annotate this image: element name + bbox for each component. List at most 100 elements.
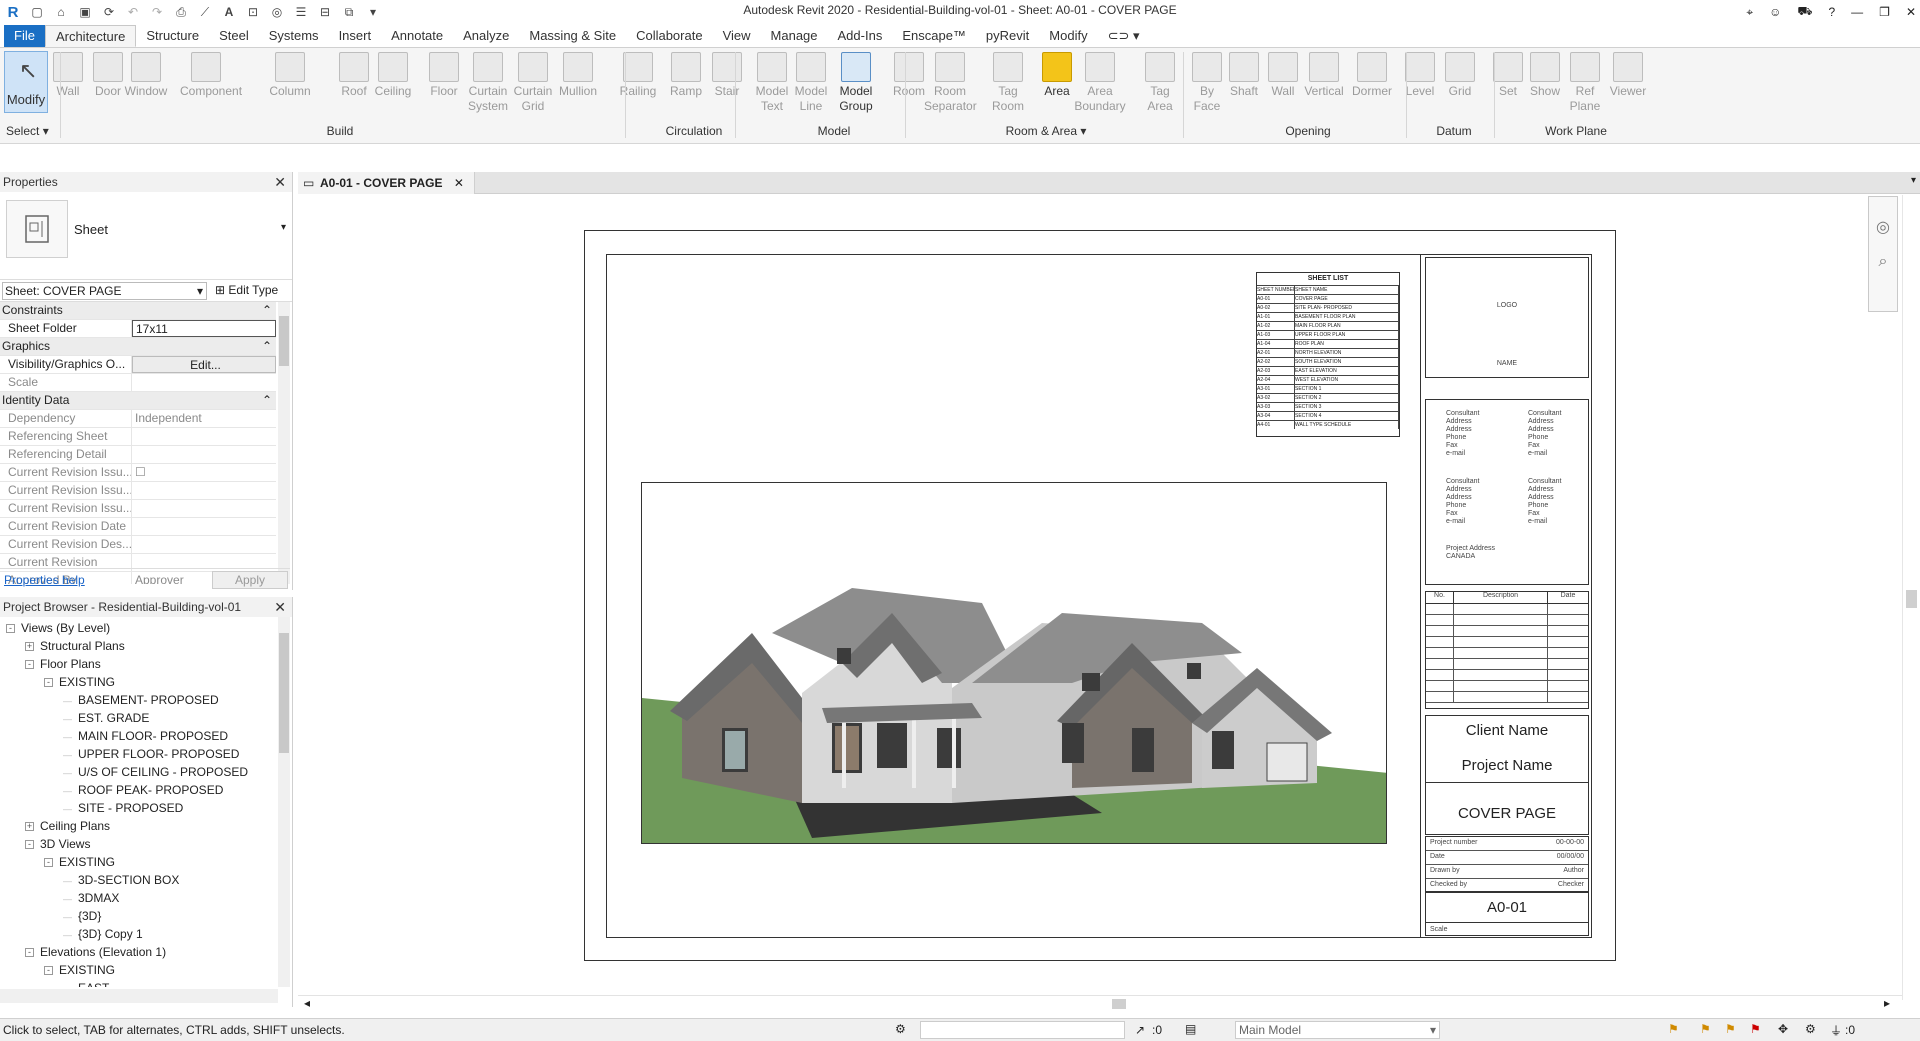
workset-select[interactable] xyxy=(920,1021,1125,1039)
property-value[interactable]: Edit... xyxy=(132,356,276,373)
scroll-right-icon[interactable]: ▸ xyxy=(1884,996,1890,1010)
browser-item[interactable]: — {3D} xyxy=(0,907,292,925)
design-option-select[interactable]: Main Model ▾ xyxy=(1235,1021,1440,1039)
property-row[interactable]: Sheet Folder 17x11 xyxy=(0,320,276,338)
tab-pyrevit[interactable]: pyRevit xyxy=(976,25,1039,47)
browser-item[interactable]: — U/S OF CEILING - PROPOSED xyxy=(0,763,292,781)
ribbon-button-mullion[interactable]: Mullion xyxy=(552,52,604,99)
collapse-icon[interactable]: - xyxy=(44,966,53,976)
ribbon-button-window[interactable]: Window xyxy=(120,52,172,99)
viewport-3d-house[interactable] xyxy=(641,482,1387,844)
tab-file[interactable]: File xyxy=(4,25,45,47)
section-icon[interactable]: ☰ xyxy=(292,3,310,21)
background-process-icon[interactable]: ⚙ xyxy=(1805,1022,1816,1036)
ribbon-button-tag-area[interactable]: Tag Area xyxy=(1134,52,1186,114)
view-3d-icon[interactable]: ◎ xyxy=(268,3,286,21)
collapse-icon[interactable]: - xyxy=(25,840,34,850)
collapse-icon[interactable]: ⌃ xyxy=(262,302,276,319)
drag-elements-icon[interactable]: ✥ xyxy=(1778,1022,1788,1036)
text-icon[interactable]: A xyxy=(220,3,238,21)
browser-item[interactable]: — ROOF PEAK- PROPOSED xyxy=(0,781,292,799)
browser-item[interactable]: — SITE - PROPOSED xyxy=(0,799,292,817)
ribbon-button-model-group[interactable]: Model Group xyxy=(830,52,882,114)
cart-icon[interactable]: ⛟ xyxy=(1797,4,1812,20)
collapse-icon[interactable]: - xyxy=(44,678,53,688)
tab-add-ins[interactable]: Add-Ins xyxy=(828,25,893,47)
browser-item[interactable]: — 3DMAX xyxy=(0,889,292,907)
browser-item[interactable]: - Views (By Level) xyxy=(0,619,292,637)
collapse-icon[interactable]: ⌃ xyxy=(262,338,276,355)
browser-item[interactable]: — {3D} Copy 1 xyxy=(0,925,292,943)
ribbon-button-component[interactable]: Component xyxy=(180,52,242,99)
browser-item[interactable]: — BASEMENT- PROPOSED xyxy=(0,691,292,709)
tab-annotate[interactable]: Annotate xyxy=(381,25,453,47)
tab-systems[interactable]: Systems xyxy=(259,25,329,47)
browser-item[interactable]: -3D Views xyxy=(0,835,292,853)
ribbon-button-room-separator[interactable]: Room Separator xyxy=(924,52,977,114)
property-row[interactable]: Referencing Detail xyxy=(0,446,276,464)
browser-item[interactable]: — UPPER FLOOR- PROPOSED xyxy=(0,745,292,763)
minimize-button[interactable]: — xyxy=(1851,5,1863,19)
tab-manage[interactable]: Manage xyxy=(761,25,828,47)
tab-modify[interactable]: Modify xyxy=(1039,25,1097,47)
tab-view[interactable]: View xyxy=(713,25,761,47)
filter-icon[interactable]: ⏚ xyxy=(1830,1022,1842,1039)
restore-button[interactable]: ❐ xyxy=(1879,5,1890,19)
property-row[interactable]: Current Revision Issu... xyxy=(0,500,276,518)
select-dropdown[interactable]: Select ▾ xyxy=(6,124,49,138)
ribbon-button-ceiling[interactable]: Ceiling xyxy=(367,52,419,99)
revit-logo-icon[interactable]: R xyxy=(4,3,22,21)
navigation-bar[interactable]: ◎ ⌕ xyxy=(1868,196,1898,312)
browser-item[interactable]: + Ceiling Plans xyxy=(0,817,292,835)
browser-item[interactable]: —EAST xyxy=(0,979,292,987)
horizontal-scrollbar[interactable]: ◂ ▸ xyxy=(298,995,1902,1012)
properties-scrollbar[interactable] xyxy=(278,302,290,584)
ribbon-button-area-boundary[interactable]: Area Boundary xyxy=(1074,52,1126,114)
property-row[interactable]: Scale xyxy=(0,374,276,392)
browser-hscrollbar[interactable] xyxy=(0,989,278,1003)
collapse-icon[interactable]: - xyxy=(44,858,53,868)
tab-architecture[interactable]: Architecture xyxy=(44,25,137,47)
sheet-list-schedule[interactable]: SHEET LIST SHEET NUMBER SHEET NAME A0-01 CO… xyxy=(1256,272,1400,437)
open-icon[interactable]: ⌂ xyxy=(52,3,70,21)
close-icon[interactable]: ✕ xyxy=(274,172,286,192)
measure-icon[interactable]: ⟋ xyxy=(196,3,214,21)
design-option-icon[interactable]: ▤ xyxy=(1185,1022,1196,1036)
expand-icon[interactable]: + xyxy=(25,642,34,652)
switch-windows-icon[interactable]: ⧉ xyxy=(340,3,358,21)
property-row[interactable]: Current Revision Date xyxy=(0,518,276,536)
browser-item[interactable]: - EXISTING xyxy=(0,673,292,691)
property-row[interactable]: Dependency Independent xyxy=(0,410,276,428)
tab-analyze[interactable]: Analyze xyxy=(453,25,519,47)
ribbon-button-railing[interactable]: Railing xyxy=(612,52,664,99)
title-block[interactable]: LOGO NAME Consultant Address Address Phone F… xyxy=(1420,254,1592,938)
browser-item[interactable]: + Structural Plans xyxy=(0,637,292,655)
property-row[interactable]: Visibility/Graphics O... Edit... xyxy=(0,356,276,374)
view-tab[interactable]: ▭ A0-01 - COVER PAGE ✕ xyxy=(298,172,475,194)
expand-icon[interactable]: + xyxy=(25,822,34,832)
property-row[interactable]: Current Revision Issu... xyxy=(0,482,276,500)
ribbon-button-vertical[interactable]: Vertical xyxy=(1298,52,1350,99)
property-group[interactable]: Graphics ⌃ xyxy=(0,338,276,356)
browser-item[interactable]: — MAIN FLOOR- PROPOSED xyxy=(0,727,292,745)
ribbon-button-tag-room[interactable]: Tag Room xyxy=(982,52,1034,114)
tag-icon[interactable]: ⊡ xyxy=(244,3,262,21)
property-group[interactable]: Identity Data ⌃ xyxy=(0,392,276,410)
browser-item[interactable]: - EXISTING xyxy=(0,853,292,871)
redo-icon[interactable]: ↷ xyxy=(148,3,166,21)
property-value[interactable]: 17x11 xyxy=(132,320,276,337)
scroll-left-icon[interactable]: ◂ xyxy=(304,996,310,1010)
help-icon[interactable]: ? xyxy=(1828,5,1835,19)
properties-help-link[interactable]: Properties help xyxy=(4,573,85,587)
worksharing-icon[interactable]: ⚙ xyxy=(895,1022,906,1036)
select-links-icon[interactable]: ⚑ xyxy=(1668,1022,1679,1036)
property-group[interactable]: Constraints ⌃ xyxy=(0,302,276,320)
tab-insert[interactable]: Insert xyxy=(329,25,382,47)
collapse-icon[interactable]: - xyxy=(25,660,34,670)
user-icon[interactable]: ☺ xyxy=(1769,5,1781,19)
browser-item[interactable]: - Floor Plans xyxy=(0,655,292,673)
property-row[interactable]: Current Revision Des... xyxy=(0,536,276,554)
property-row[interactable]: Referencing Sheet xyxy=(0,428,276,446)
save-icon[interactable]: ▣ xyxy=(76,3,94,21)
zoom-icon[interactable]: ⌕ xyxy=(1869,253,1897,271)
